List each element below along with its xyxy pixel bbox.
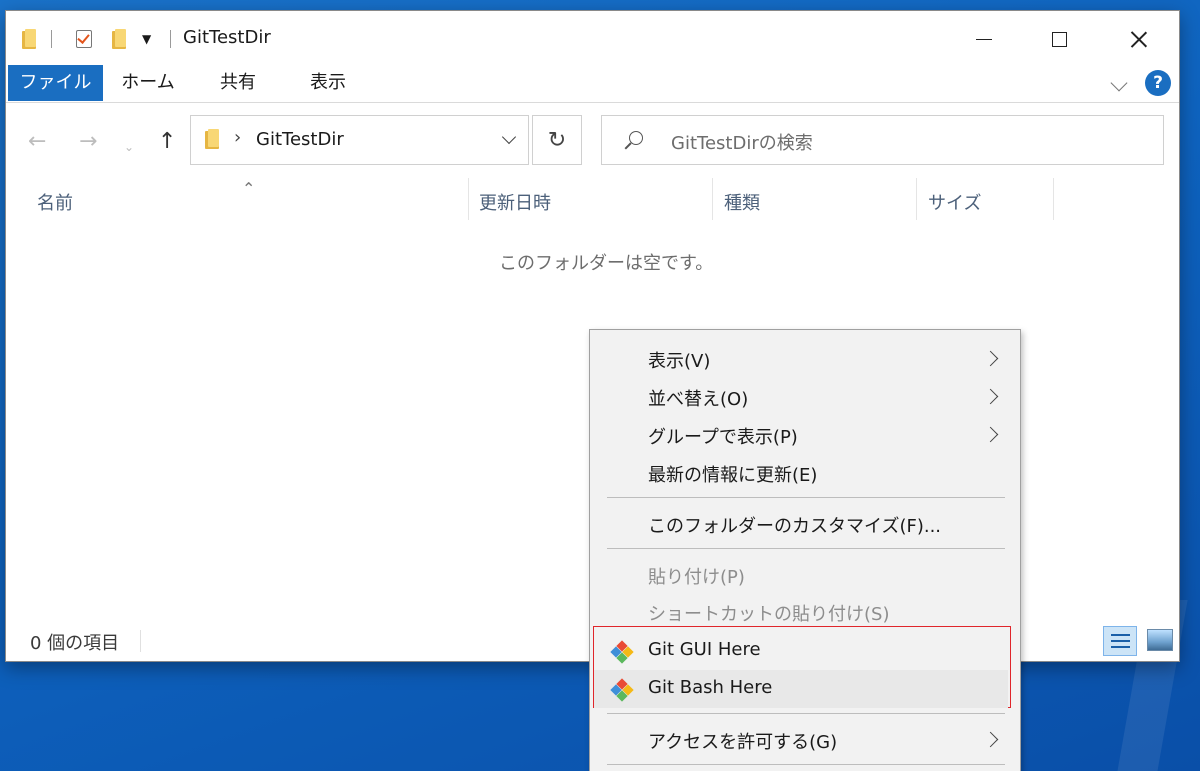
window-title: GitTestDir [183, 27, 271, 48]
tab-view[interactable]: 表示 [286, 65, 370, 101]
address-bar[interactable]: › GitTestDir [190, 115, 529, 165]
column-header-type[interactable]: 種類 [724, 189, 760, 215]
recent-locations-chevron-icon[interactable]: ⌄ [124, 136, 134, 158]
menu-item-label: グループで表示(P) [648, 427, 798, 448]
menu-item-label: Git GUI Here [648, 639, 761, 660]
tab-share[interactable]: 共有 [198, 65, 278, 101]
search-input[interactable]: GitTestDirの検索 [601, 115, 1164, 165]
menu-item-group-by[interactable]: グループで表示(P) [590, 416, 1020, 454]
menu-separator [607, 548, 1005, 549]
tab-home[interactable]: ホーム [106, 65, 190, 101]
menu-separator [607, 497, 1005, 498]
maximize-button[interactable] [1034, 17, 1084, 61]
maximize-icon [1051, 31, 1067, 47]
menu-item-view[interactable]: 表示(V) [590, 340, 1020, 378]
menu-separator [607, 713, 1005, 714]
toolbar-divider [51, 30, 52, 48]
menu-item-give-access[interactable]: アクセスを許可する(G) [590, 721, 1020, 759]
menu-item-refresh[interactable]: 最新の情報に更新(E) [590, 454, 1020, 492]
tab-file[interactable]: ファイル [8, 65, 103, 101]
search-placeholder: GitTestDirの検索 [671, 133, 813, 154]
back-arrow-icon[interactable]: ← [28, 131, 46, 153]
submenu-chevron-icon [982, 388, 999, 405]
minimize-icon [976, 38, 992, 40]
new-folder-icon[interactable] [112, 29, 126, 49]
close-button[interactable] [1114, 17, 1164, 61]
toolbar-divider [170, 30, 171, 48]
menu-item-sort[interactable]: 並べ替え(O) [590, 378, 1020, 416]
menu-item-label: 並べ替え(O) [648, 389, 749, 410]
navigation-bar: ← → ⌄ ↑ › GitTestDir ↻ GitTestDirの検索 [6, 104, 1179, 174]
ribbon-tabs: ファイル ホーム 共有 表示 ? [6, 65, 1179, 103]
up-arrow-icon[interactable]: ↑ [158, 131, 176, 153]
quick-access-toolbar [22, 27, 36, 51]
large-icons-view-button[interactable] [1147, 629, 1173, 651]
folder-icon [22, 29, 36, 49]
status-divider [140, 630, 141, 652]
details-view-button[interactable] [1103, 626, 1137, 656]
submenu-chevron-icon [982, 350, 999, 367]
column-divider[interactable] [468, 178, 469, 220]
menu-item-git-bash-here[interactable]: Git Bash Here [594, 670, 1008, 708]
address-dropdown-chevron-icon[interactable] [501, 129, 517, 145]
menu-item-label: アクセスを許可する(G) [648, 732, 838, 753]
submenu-chevron-icon [982, 731, 999, 748]
menu-item-label: 表示(V) [648, 351, 711, 372]
menu-item-label: このフォルダーのカスタマイズ(F)... [648, 516, 942, 537]
item-count: 0 個の項目 [30, 633, 120, 654]
column-divider[interactable] [712, 178, 713, 220]
context-menu: 表示(V) 並べ替え(O) グループで表示(P) 最新の情報に更新(E) このフ… [589, 329, 1021, 771]
refresh-button[interactable]: ↻ [532, 115, 582, 165]
git-icon [610, 678, 634, 702]
search-icon [629, 131, 643, 145]
title-bar: ▼ GitTestDir [6, 11, 1179, 65]
menu-item-label: ショートカットの貼り付け(S) [648, 604, 890, 625]
menu-item-git-gui-here[interactable]: Git GUI Here [594, 632, 1008, 670]
column-header-name[interactable]: 名前 [37, 189, 73, 215]
sort-ascending-icon: ⌃ [242, 179, 256, 198]
customize-toolbar-dropdown-icon[interactable]: ▼ [142, 27, 151, 51]
properties-check-icon[interactable] [76, 30, 92, 48]
forward-arrow-icon[interactable]: → [79, 131, 97, 153]
folder-icon [205, 129, 219, 149]
minimize-button[interactable] [959, 17, 1009, 61]
menu-item-customize-folder[interactable]: このフォルダーのカスタマイズ(F)... [590, 505, 1020, 543]
column-divider[interactable] [1053, 178, 1054, 220]
expand-ribbon-chevron-icon[interactable] [1110, 74, 1128, 92]
git-icon [610, 640, 634, 664]
menu-item-paste: 貼り付け(P) [590, 556, 1020, 594]
close-icon [1131, 31, 1147, 47]
menu-item-label: 最新の情報に更新(E) [648, 465, 818, 486]
menu-item-label: Git Bash Here [648, 677, 773, 698]
menu-separator [607, 764, 1005, 765]
refresh-icon: ↻ [547, 127, 567, 153]
breadcrumb-chevron-icon[interactable]: › [234, 127, 241, 148]
breadcrumb-current[interactable]: GitTestDir [256, 129, 344, 150]
help-icon[interactable]: ? [1145, 70, 1171, 96]
column-divider[interactable] [916, 178, 917, 220]
column-header-size[interactable]: サイズ [928, 189, 981, 215]
submenu-chevron-icon [982, 426, 999, 443]
empty-folder-message: このフォルダーは空です。 [499, 253, 714, 274]
column-header-modified[interactable]: 更新日時 [479, 189, 551, 215]
menu-item-label: 貼り付け(P) [648, 567, 745, 588]
